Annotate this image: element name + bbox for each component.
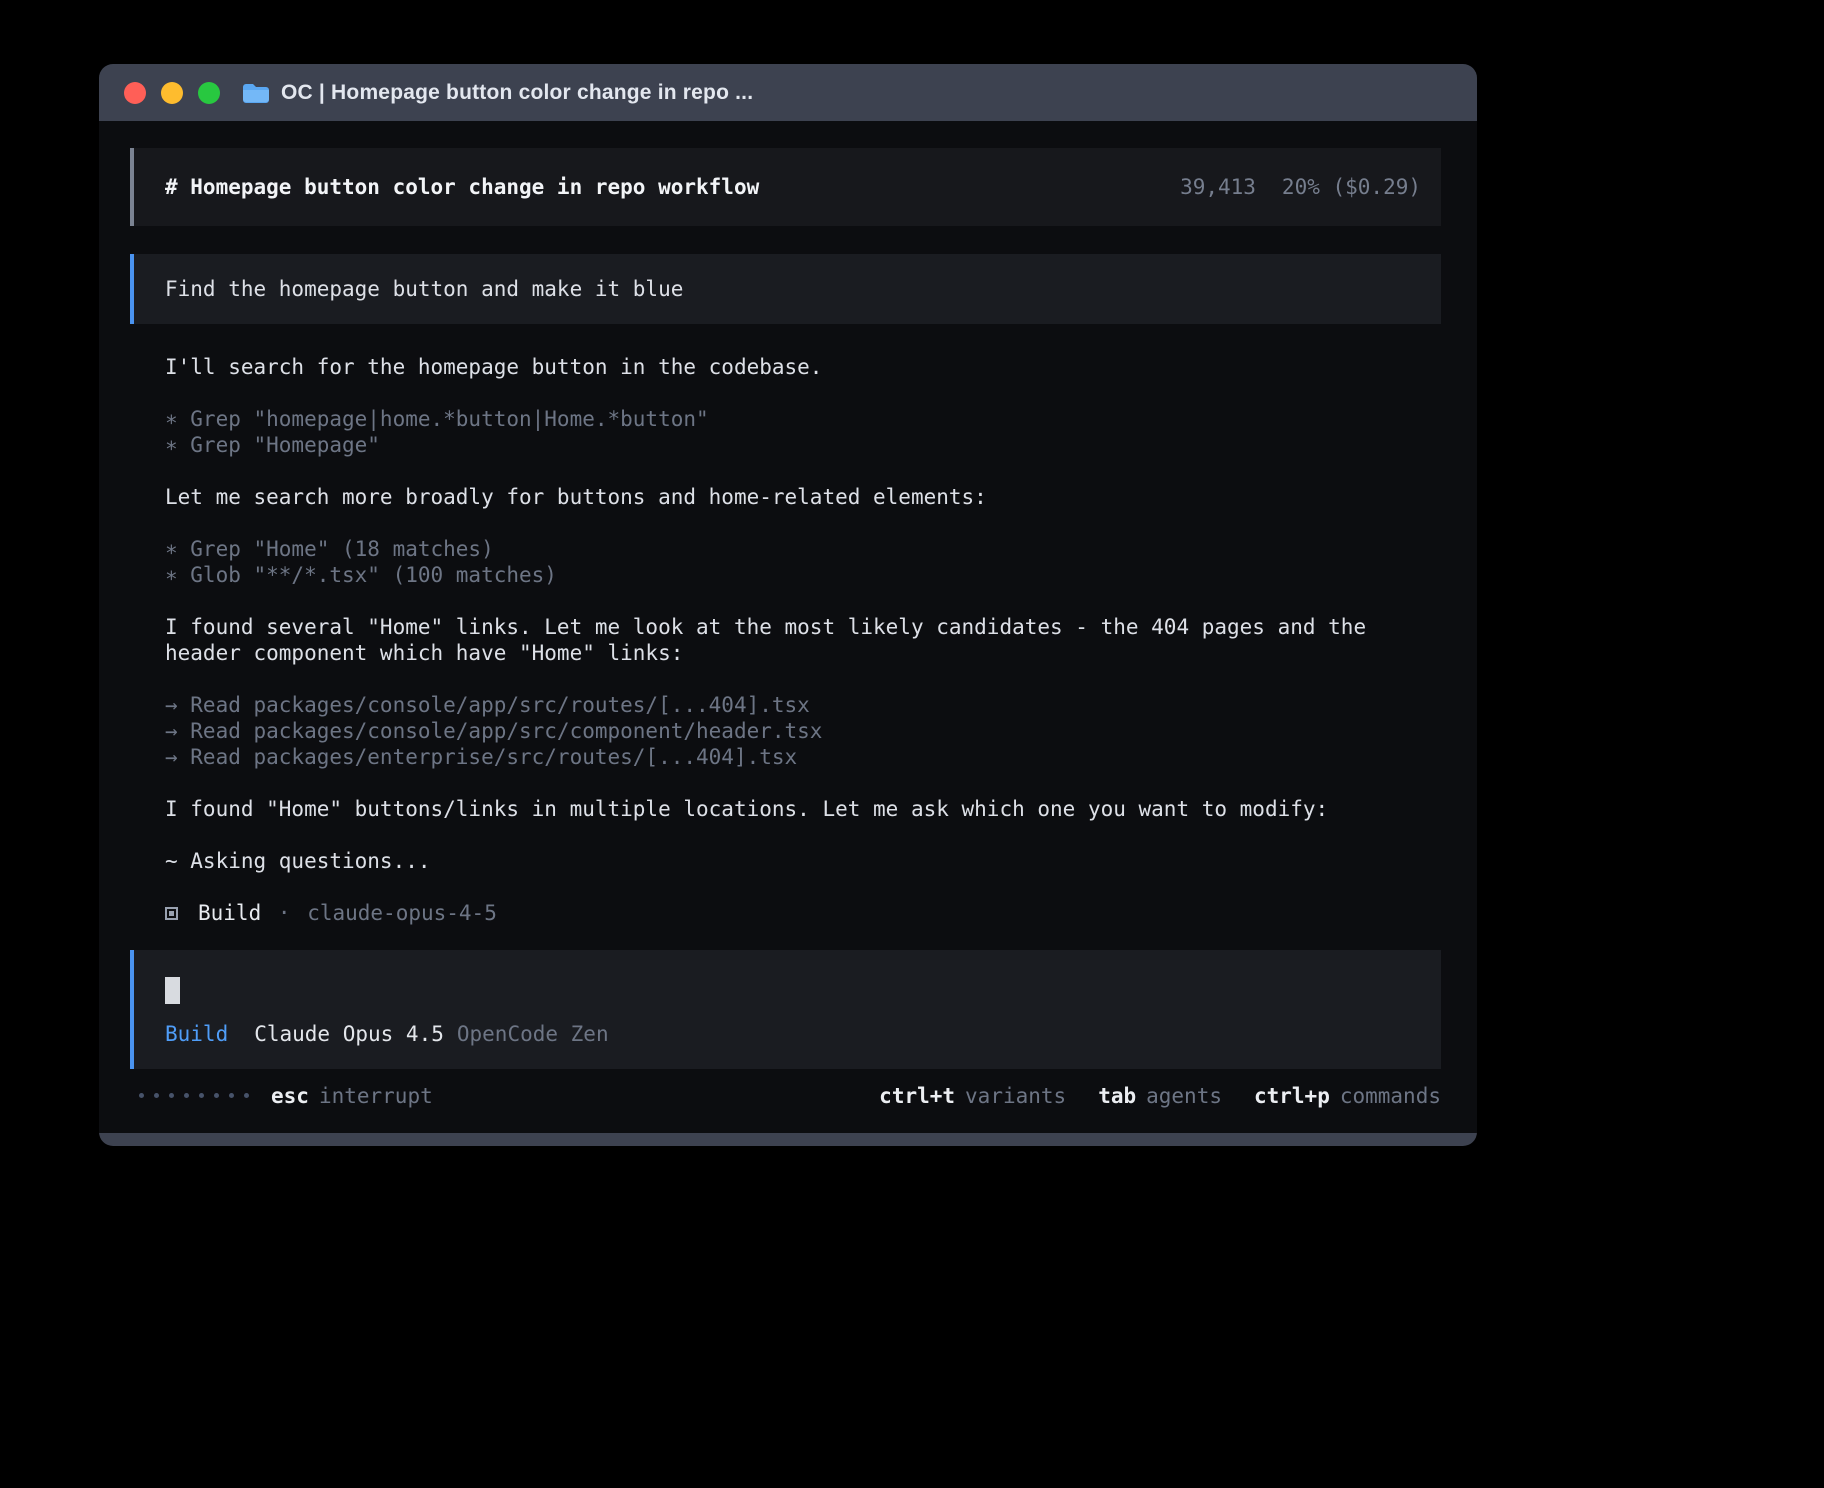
assistant-text: I'll search for the homepage button in t… [165,354,1441,380]
terminal-content: # Homepage button color change in repo w… [99,121,1477,1133]
tool-call-group: → Read packages/console/app/src/routes/[… [165,692,1441,770]
text-cursor [165,977,180,1004]
terminal-window: OC | Homepage button color change in rep… [99,64,1477,1146]
assistant-line: I'll search for the homepage button in t… [165,354,1441,380]
shortcut-key: tab [1098,1083,1136,1109]
agent-mode-icon [165,907,178,920]
shortcut-key: ctrl+p [1254,1083,1330,1109]
esc-key: esc [271,1083,309,1109]
status-message: ~ Asking questions... [165,848,1441,874]
assistant-text: Let me search more broadly for buttons a… [165,484,1441,510]
agent-status-line: Build · claude-opus-4-5 [165,900,1441,926]
tool-call-grep: ∗ Grep "Homepage" [165,432,1441,458]
asking-questions-status: ~ Asking questions... [165,848,1441,874]
window-title: OC | Homepage button color change in rep… [281,81,753,105]
agent-mode-label: Build [165,1021,228,1047]
status-bar-right: ctrl+t variants tab agents ctrl+p comman… [879,1083,1441,1109]
model-name: Claude Opus 4.5 [254,1021,444,1047]
assistant-text: I found several "Home" links. Let me loo… [165,614,1441,666]
folder-icon [242,82,270,104]
tool-call-read: → Read packages/console/app/src/componen… [165,718,1441,744]
shortcut-label: commands [1340,1083,1441,1109]
window-title-area: OC | Homepage button color change in rep… [242,81,753,105]
provider-name: OpenCode Zen [457,1021,609,1047]
dotted-spinner-icon [139,1093,249,1098]
esc-label: interrupt [319,1083,433,1109]
titlebar: OC | Homepage button color change in rep… [99,64,1477,121]
shortcut-label: variants [965,1083,1066,1109]
agent-model: claude-opus-4-5 [307,901,497,925]
status-bar-left: esc interrupt [130,1083,433,1109]
tool-call-grep: ∗ Grep "Home" (18 matches) [165,536,1441,562]
user-message: Find the homepage button and make it blu… [130,254,1441,324]
zoom-button[interactable] [198,82,220,104]
agent-status-text: Build · claude-opus-4-5 [198,900,497,926]
assistant-line: Let me search more broadly for buttons a… [165,484,1441,510]
tool-call-glob: ∗ Glob "**/*.tsx" (100 matches) [165,562,1441,588]
shortcut-variants: ctrl+t variants [879,1083,1066,1109]
shortcut-key: ctrl+t [879,1083,955,1109]
tool-call-group: ∗ Grep "Home" (18 matches) ∗ Glob "**/*.… [165,536,1441,588]
token-count: 39,413 [1180,174,1256,200]
shortcut-label: agents [1146,1083,1222,1109]
assistant-line: I found several "Home" links. Let me loo… [165,614,1441,666]
assistant-text: I found "Home" buttons/links in multiple… [165,796,1441,822]
minimize-button[interactable] [161,82,183,104]
session-title: # Homepage button color change in repo w… [165,174,759,200]
shortcut-agents: tab agents [1098,1083,1222,1109]
tool-call-group: ∗ Grep "homepage|home.*button|Home.*butt… [165,406,1441,458]
traffic-lights [124,82,220,104]
prompt-input[interactable]: Build Claude Opus 4.5 OpenCode Zen [130,950,1441,1069]
separator-dot: · [278,901,291,925]
tool-call-read: → Read packages/console/app/src/routes/[… [165,692,1441,718]
context-usage: 20% ($0.29) [1282,174,1421,200]
session-header: # Homepage button color change in repo w… [130,148,1441,226]
tool-call-grep: ∗ Grep "homepage|home.*button|Home.*butt… [165,406,1441,432]
input-status-line: Build Claude Opus 4.5 OpenCode Zen [165,1021,1421,1047]
agent-name: Build [198,901,261,925]
session-stats: 39,413 20% ($0.29) [1180,174,1421,200]
shortcut-commands: ctrl+p commands [1254,1083,1441,1109]
status-bar: esc interrupt ctrl+t variants tab agents… [130,1083,1441,1109]
assistant-line: I found "Home" buttons/links in multiple… [165,796,1441,822]
close-button[interactable] [124,82,146,104]
tool-call-read: → Read packages/enterprise/src/routes/[.… [165,744,1441,770]
user-message-text: Find the homepage button and make it blu… [165,276,1421,302]
shortcut-interrupt: esc interrupt [271,1083,433,1109]
